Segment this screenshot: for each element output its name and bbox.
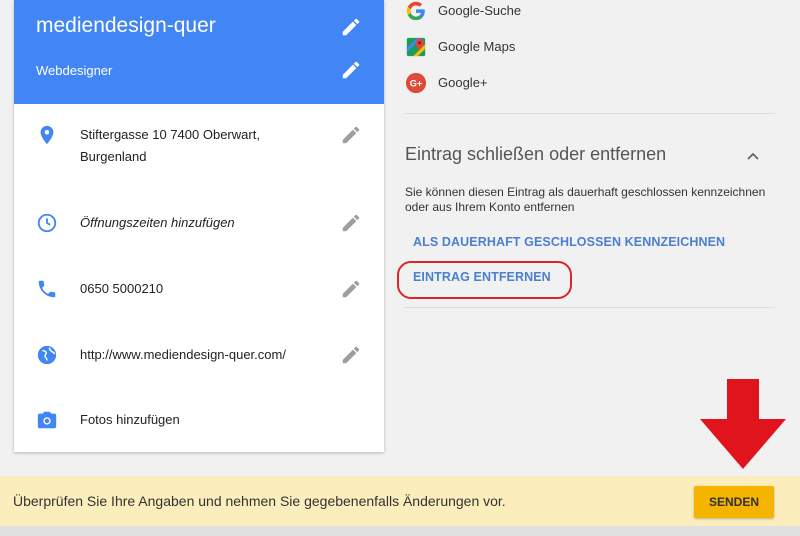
edit-category-pencil-icon[interactable] [340, 59, 362, 81]
app-item-google-plus[interactable]: G+ Google+ [405, 72, 705, 98]
edit-address-pencil-icon[interactable] [340, 124, 362, 146]
review-bar: Überprüfen Sie Ihre Angaben und nehmen S… [0, 476, 800, 526]
app-item-google-search[interactable]: Google-Suche [405, 0, 705, 26]
app-label-google-plus: Google+ [438, 75, 488, 90]
google-maps-icon [406, 37, 426, 57]
location-pin-icon [40, 125, 54, 145]
red-arrow-down-icon [700, 379, 786, 469]
mark-closed-link[interactable]: ALS DAUERHAFT GESCHLOSSEN KENNZEICHNEN [413, 235, 725, 249]
hours-row[interactable]: Öffnungszeiten hinzufügen [14, 212, 384, 238]
send-button[interactable]: SENDEN [694, 486, 774, 518]
business-name: mediendesign-quer [36, 14, 216, 37]
app-label-google-search: Google-Suche [438, 3, 522, 18]
annotation-highlight-oval [397, 261, 572, 299]
divider-bottom [405, 307, 775, 308]
phone-icon [38, 280, 56, 298]
photos-row[interactable]: Fotos hinzufügen [14, 409, 384, 435]
globe-icon [37, 345, 57, 365]
google-plus-icon: G+ [405, 72, 427, 94]
review-message: Überprüfen Sie Ihre Angaben und nehmen S… [13, 493, 506, 509]
edit-website-pencil-icon[interactable] [340, 344, 362, 366]
address-line1: Stiftergasse 10 7400 Oberwart, [80, 127, 260, 142]
app-item-google-maps[interactable]: Google Maps [405, 36, 705, 62]
photos-text: Fotos hinzufügen [80, 412, 180, 427]
phone-row[interactable]: 0650 5000210 [14, 278, 384, 304]
footer-strip [0, 526, 800, 536]
hours-text: Öffnungszeiten hinzufügen [80, 215, 235, 230]
edit-name-pencil-icon[interactable] [340, 16, 362, 38]
business-category: Webdesigner [36, 63, 113, 78]
svg-text:G+: G+ [410, 79, 422, 89]
edit-hours-pencil-icon[interactable] [340, 212, 362, 234]
close-section-title: Eintrag schließen oder entfernen [405, 144, 667, 164]
website-row[interactable]: http://www.mediendesign-quer.com/ [14, 344, 384, 370]
address-text: Stiftergasse 10 7400 Oberwart, Burgenlan… [80, 124, 260, 168]
app-label-google-maps: Google Maps [438, 39, 516, 54]
phone-text: 0650 5000210 [80, 281, 164, 296]
google-search-icon [406, 1, 425, 21]
address-row[interactable]: Stiftergasse 10 7400 Oberwart, Burgenlan… [14, 124, 384, 174]
website-text: http://www.mediendesign-quer.com/ [80, 347, 286, 362]
close-section-description: Sie können diesen Eintrag als dauerhaft … [405, 185, 766, 214]
clock-icon [37, 213, 57, 233]
edit-phone-pencil-icon[interactable] [340, 278, 362, 300]
chevron-up-icon[interactable] [745, 148, 761, 164]
camera-icon [37, 411, 57, 429]
divider-top [405, 113, 775, 114]
card-header: mediendesign-quer Webdesigner [14, 0, 384, 104]
business-card: mediendesign-quer Webdesigner Stiftergas… [14, 0, 384, 452]
address-line2: Burgenland [80, 149, 147, 164]
